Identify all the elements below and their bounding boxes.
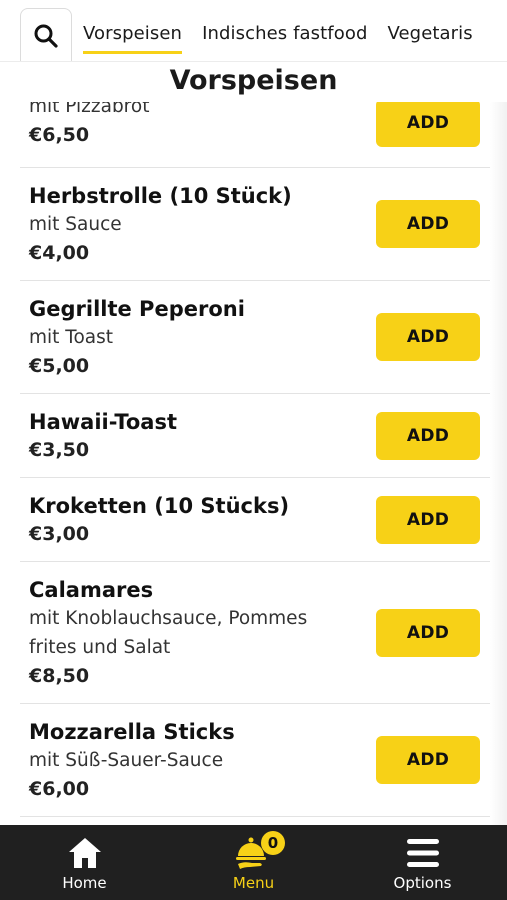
menu-list-viewport[interactable]: mit Pizzabrot €6,50 ADD Herbstrolle (10 … [0,102,490,825]
section-title: Vorspeisen [0,62,507,102]
category-tabs: Vorspeisen Indisches fastfood Vegetaris [83,0,493,61]
nav-label: Home [62,874,107,892]
menu-item: Calamares mit Knoblauchsauce, Pommes fri… [20,562,490,704]
search-icon [34,24,58,48]
menu-item: Mozzarella Sticks mit Süß-Sauer-Sauce €6… [20,704,490,817]
menu-item: Hawaii-Toast €3,50 ADD [20,394,490,478]
add-button[interactable]: ADD [376,102,480,147]
tab-vorspeisen[interactable]: Vorspeisen [83,0,183,61]
item-description: mit Pizzabrot [29,102,150,117]
item-price: €8,50 [29,665,90,687]
nav-label: Menu [232,874,275,892]
add-button[interactable]: ADD [376,736,480,784]
add-button[interactable]: ADD [376,313,480,361]
add-button[interactable]: ADD [376,411,480,460]
item-description: mit Süß-Sauer-Sauce [29,750,224,771]
scrollbar-track[interactable] [490,62,507,825]
add-button[interactable]: ADD [376,495,480,544]
item-description: mit Knoblauchsauce, Pommes frites und Sa… [29,608,308,658]
bottom-navigation: Home 0 Menu Options [0,825,507,900]
item-name: Calamares [29,578,154,602]
add-button[interactable]: ADD [376,200,480,248]
menu-list: mit Pizzabrot €6,50 ADD Herbstrolle (10 … [0,102,490,817]
tab-indisches-fastfood[interactable]: Indisches fastfood [202,0,367,61]
category-bar: Vorspeisen Indisches fastfood Vegetaris [0,0,507,62]
nav-menu[interactable]: 0 Menu [169,825,338,900]
item-description: mit Sauce [29,214,122,235]
menu-bars-icon [406,839,439,867]
menu-item: Herbstrolle (10 Stück) mit Sauce €4,00 A… [20,168,490,281]
nav-options[interactable]: Options [338,825,507,900]
menu-item: Kroketten (10 Stücks) €3,00 ADD [20,478,490,562]
nav-home[interactable]: Home [0,825,169,900]
item-description: mit Toast [29,327,113,348]
search-button[interactable] [20,8,72,61]
menu-item: mit Pizzabrot €6,50 ADD [20,102,490,168]
tab-vegetarisch[interactable]: Vegetaris [387,0,472,61]
home-icon [68,838,101,868]
nav-label: Options [393,874,452,892]
cart-count-badge: 0 [261,831,285,855]
add-button[interactable]: ADD [376,608,480,657]
menu-item: Gegrillte Peperoni mit Toast €5,00 ADD [20,281,490,394]
